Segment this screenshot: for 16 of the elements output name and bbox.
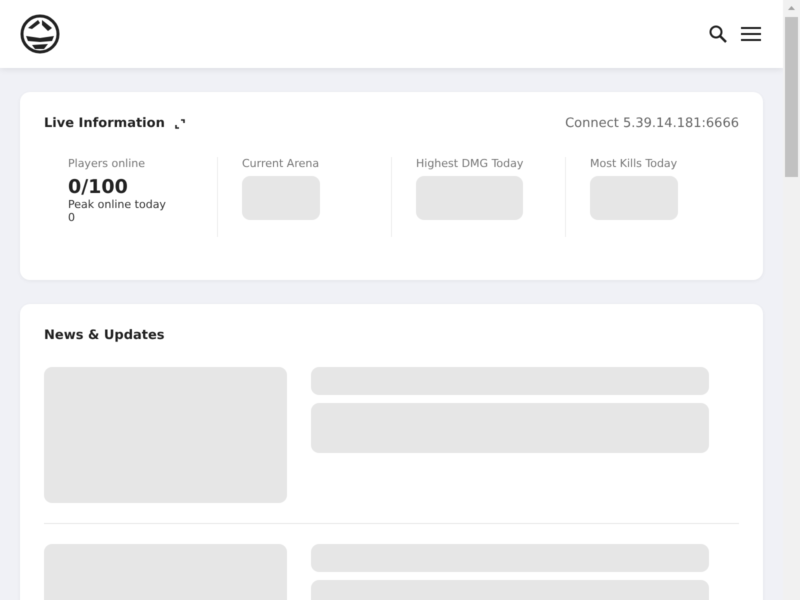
scrollbar[interactable] <box>783 0 800 600</box>
search-icon[interactable] <box>708 24 728 44</box>
menu-icon[interactable] <box>741 26 761 42</box>
stat-value: 0/100 <box>68 176 129 198</box>
stat-sub-label: Peak online today <box>68 198 167 211</box>
card-title: Live Information <box>44 116 165 131</box>
stat-sub-value: 0 <box>68 211 76 224</box>
logo-drawing[interactable] <box>20 14 60 54</box>
server-address: Connect 5.39.14.181:6666 <box>565 116 739 131</box>
stat-label: Most Kills Today <box>590 157 678 170</box>
stat-label: Current Arena <box>242 157 320 170</box>
card-title: News & Updates <box>44 328 166 343</box>
scroll-thumb[interactable] <box>785 17 798 177</box>
expand-icon[interactable] <box>174 118 185 128</box>
stat-label: Highest DMG Today <box>416 157 524 170</box>
stat-label: Players online <box>68 157 146 170</box>
